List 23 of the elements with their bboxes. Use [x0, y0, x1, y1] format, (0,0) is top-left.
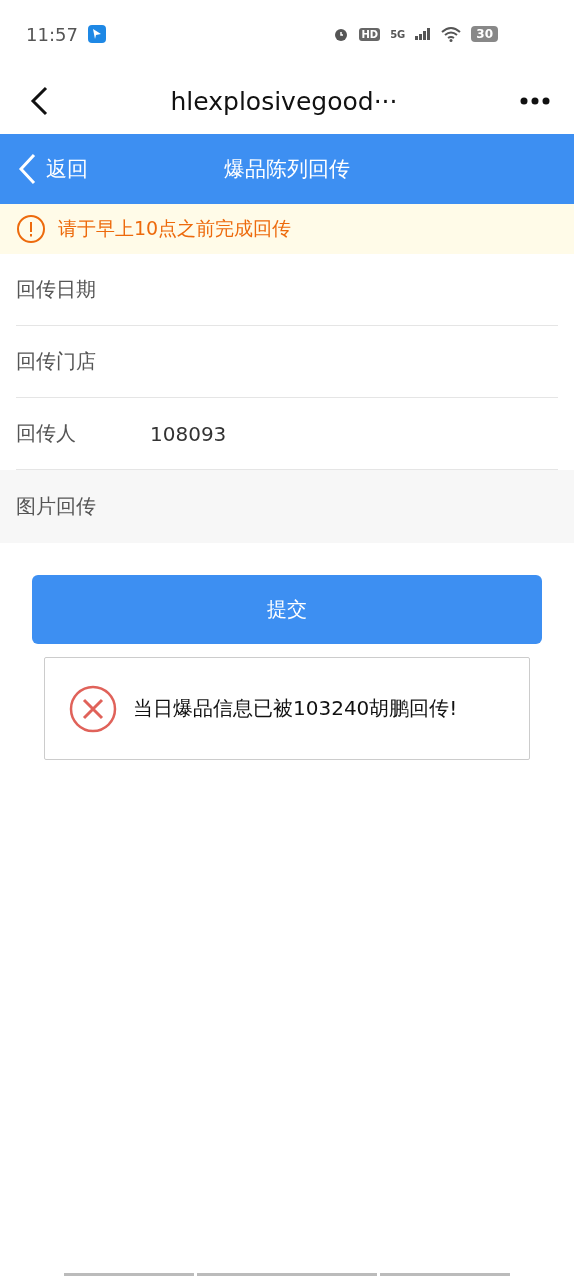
status-time: 11:57	[26, 23, 78, 45]
field-label: 回传门店	[16, 348, 97, 375]
notice-text: 请于早上10点之前完成回传	[58, 216, 292, 241]
form-row[interactable]: 回传门店	[16, 326, 558, 398]
section-header: 图片回传	[0, 470, 574, 543]
page-title: hlexplosivegood···	[169, 86, 399, 116]
field-label: 回传人	[16, 420, 77, 447]
form-row[interactable]: 回传日期	[16, 254, 558, 326]
signal-icon	[415, 28, 432, 40]
field-label: 回传日期	[16, 276, 97, 303]
app-icon	[87, 25, 106, 43]
more-icon[interactable]	[520, 97, 550, 105]
error-icon	[69, 684, 117, 733]
wifi-icon	[441, 26, 462, 42]
field-value: 108093	[150, 421, 227, 446]
back-icon[interactable]	[30, 86, 48, 116]
network-label: 5G	[390, 28, 406, 40]
header-title: 爆品陈列回传	[224, 156, 350, 183]
hd-badge: HD	[359, 27, 381, 41]
toast-text: 当日爆品信息已被103240胡鹏回传!	[133, 695, 458, 722]
alarm-icon	[333, 26, 350, 42]
battery-indicator: 30	[471, 26, 498, 42]
info-icon	[16, 214, 46, 244]
